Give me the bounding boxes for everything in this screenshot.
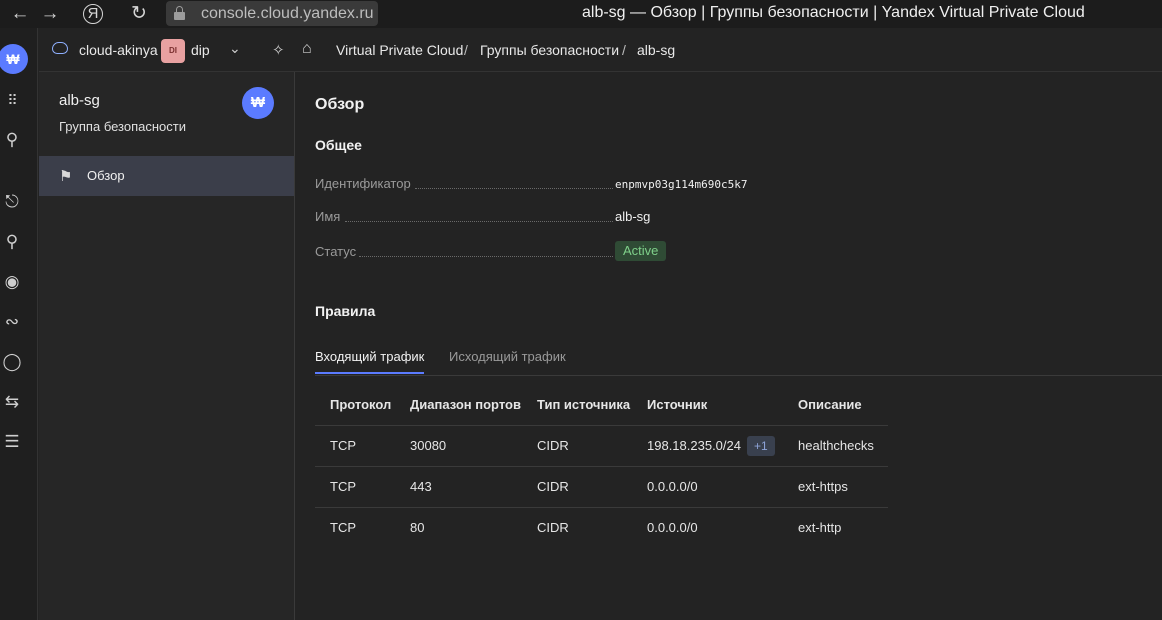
traffic-tabs: Входящий трафик Исходящий трафик [315, 349, 1162, 376]
column-header: Описание [798, 397, 862, 413]
shield-icon[interactable]: ◯ [0, 352, 24, 372]
cell-source: 198.18.235.0/24 +1 [647, 424, 798, 466]
field-id: Идентификатор enpmvp03g114m690c5k7 [315, 176, 815, 196]
rules-table: Протокол Диапазон портов Тип источника И… [315, 385, 888, 548]
service-nodes-icon[interactable]: ✧ [272, 41, 285, 59]
cell-source-type: CIDR [537, 506, 647, 548]
sidebar-item-label: Обзор [87, 168, 125, 183]
logo-icon[interactable]: ₩ [0, 44, 28, 74]
cell-source: 0.0.0.0/0 [647, 465, 798, 507]
breadcrumb-separator: / [622, 42, 626, 58]
sidebar-item-overview[interactable]: ⚑ Обзор [39, 156, 294, 196]
page-title: alb-sg — Обзор | Группы безопасности | Y… [582, 4, 1085, 21]
cell-description: ext-https [798, 465, 888, 507]
url-text: console.cloud.yandex.ru [201, 4, 374, 22]
cell-source-type: CIDR [537, 465, 647, 507]
transfer-arrows-icon[interactable]: ⇆ [0, 392, 24, 412]
table-row[interactable]: TCP 443 CIDR 0.0.0.0/0 ext-https [315, 465, 888, 507]
column-header: Диапазон портов [410, 397, 521, 413]
table-row[interactable]: TCP 80 CIDR 0.0.0.0/0 ext-http [315, 506, 888, 548]
field-value[interactable]: enpmvp03g114m690c5k7 [615, 178, 747, 191]
reload-icon[interactable]: ↻ [127, 2, 151, 26]
resource-title: alb-sg [59, 92, 100, 109]
column-header: Тип источника [537, 397, 631, 413]
route-icon[interactable]: ∾ [0, 312, 24, 332]
cell-protocol: TCP [315, 506, 410, 548]
address-bar[interactable]: console.cloud.yandex.ru [166, 1, 378, 26]
search-icon[interactable]: ⚲ [0, 130, 24, 150]
cloud-icon [52, 42, 68, 54]
cloud-name[interactable]: cloud-akinya [79, 42, 158, 58]
dotted-leader [359, 256, 613, 257]
flag-icon: ⚑ [59, 168, 73, 185]
more-sources-badge[interactable]: +1 [746, 435, 775, 456]
arrow-left-icon[interactable]: ← [8, 2, 32, 26]
top-header: cloud-akinya DI dip ⌄ ✧ ⌂ Virtual Privat… [39, 28, 1162, 72]
location-pin-icon[interactable]: ◉ [0, 272, 24, 292]
cell-protocol: TCP [315, 424, 410, 466]
breadcrumb-separator: / [464, 42, 468, 58]
field-status: Статус Active [315, 241, 815, 264]
general-heading: Общее [315, 137, 362, 153]
cell-protocol: TCP [315, 465, 410, 507]
field-label: Имя [315, 209, 341, 224]
arrow-right-icon[interactable]: → [38, 2, 62, 26]
dotted-leader [345, 221, 613, 222]
main-content: Обзор Общее Идентификатор enpmvp03g114m6… [296, 72, 1162, 620]
left-rail: ₩ ⠿ ⚲ ⎋ ⚲ ◉ ∾ ◯ ⇆ ☰ [0, 28, 38, 620]
folder-badge: DI [161, 39, 185, 63]
home-icon[interactable]: ⌂ [302, 40, 312, 58]
breadcrumb-security-groups[interactable]: Группы безопасности [480, 42, 619, 58]
cell-source-type: CIDR [537, 424, 647, 466]
field-value: alb-sg [615, 209, 651, 224]
status-badge: Active [615, 241, 667, 261]
cell-description: ext-http [798, 506, 888, 548]
checklist-icon[interactable]: ☰ [0, 432, 24, 452]
cell-source: 0.0.0.0/0 [647, 506, 798, 548]
breadcrumb-vpc[interactable]: Virtual Private Cloud [336, 42, 463, 58]
cell-ports: 443 [410, 465, 537, 507]
cell-ports: 80 [410, 506, 537, 548]
lock-icon [174, 5, 185, 20]
share-nodes-icon[interactable]: ⚲ [0, 232, 24, 252]
tab-ingress[interactable]: Входящий трафик [315, 349, 425, 374]
source-value: 198.18.235.0/24 [647, 437, 741, 453]
field-name: Имя alb-sg [315, 209, 815, 229]
rules-heading: Правила [315, 303, 376, 319]
resource-avatar: ₩ [242, 87, 274, 119]
field-label: Статус [315, 244, 357, 259]
folder-name[interactable]: dip [191, 42, 210, 58]
yandex-browser-icon[interactable]: Я [83, 4, 103, 24]
chevron-down-icon[interactable]: ⌄ [229, 40, 241, 57]
dotted-leader [415, 188, 613, 189]
table-row[interactable]: TCP 30080 CIDR 198.18.235.0/24 +1 healthc… [315, 424, 888, 466]
cell-description: healthchecks [798, 424, 888, 466]
column-header: Источник [647, 397, 708, 413]
resource-type: Группа безопасности [59, 119, 186, 134]
tab-egress[interactable]: Исходящий трафик [449, 349, 566, 364]
column-header: Протокол [330, 397, 392, 413]
cell-ports: 30080 [410, 424, 537, 466]
field-label: Идентификатор [315, 176, 411, 191]
table-header-row: Протокол Диапазон портов Тип источника И… [315, 385, 888, 425]
secondary-sidebar: alb-sg Группа безопасности ₩ ⚑ Обзор [39, 72, 295, 620]
network-icon[interactable]: ⎋ [0, 192, 24, 212]
browser-toolbar: ← → Я ↻ console.cloud.yandex.ru alb-sg —… [0, 0, 1162, 28]
apps-grid-icon[interactable]: ⠿ [0, 90, 24, 110]
breadcrumb-current: alb-sg [637, 42, 676, 58]
section-heading: Обзор [315, 96, 365, 113]
